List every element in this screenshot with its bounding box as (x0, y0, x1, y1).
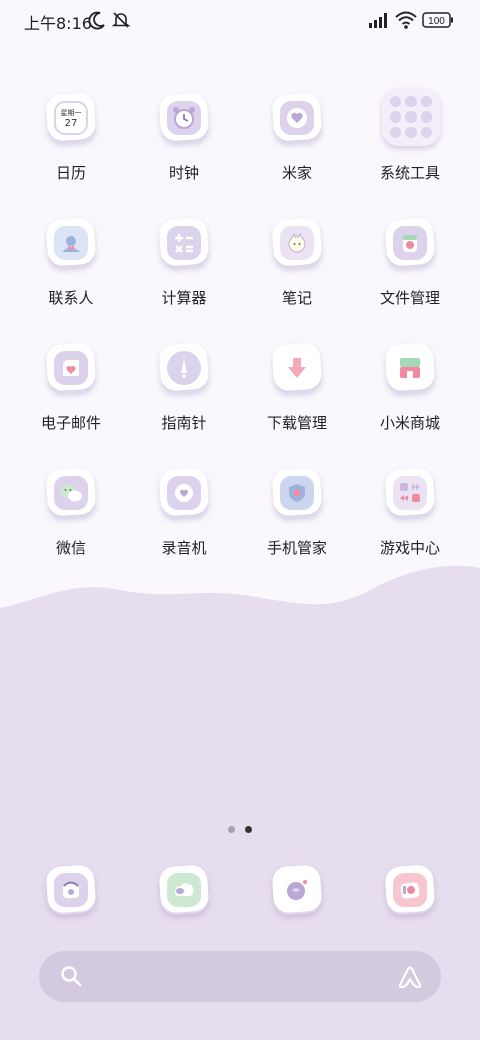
app-label: 时钟 (168, 164, 199, 182)
app-label: 指南针 (161, 414, 207, 432)
app-calendar[interactable]: 星期一 27 日历 (16, 92, 126, 204)
recorder-icon (175, 484, 193, 502)
wifi-icon (395, 11, 417, 29)
folder-icon (382, 88, 440, 146)
file-manager-icon (403, 235, 417, 252)
signal-icon (369, 13, 387, 28)
store-icon (400, 358, 420, 378)
app-label: 米家 (281, 164, 312, 182)
app-clock[interactable]: 时钟 (129, 92, 239, 204)
moon-icon (88, 11, 105, 30)
phone-icon (63, 881, 79, 898)
app-label: 笔记 (281, 289, 312, 307)
dock-browser[interactable] (271, 864, 323, 916)
app-calculator[interactable]: 计算器 (129, 217, 239, 329)
app-label: 系统工具 (379, 164, 440, 182)
app-compass[interactable]: 指南针 (129, 342, 239, 454)
page-dot-1[interactable] (228, 826, 235, 833)
app-label: 微信 (55, 539, 86, 557)
app-mijia[interactable]: 米家 (242, 92, 352, 204)
search-icon[interactable] (60, 965, 82, 987)
dock-messages[interactable] (158, 864, 210, 916)
search-bar[interactable] (39, 951, 441, 1002)
calendar-weekday: 星期一 (60, 108, 82, 117)
wechat-icon (60, 484, 82, 502)
app-label: 文件管理 (379, 289, 440, 307)
app-notes[interactable]: 笔记 (242, 217, 352, 329)
app-recorder[interactable]: 录音机 (129, 467, 239, 579)
download-icon (288, 358, 306, 378)
calendar-day: 27 (64, 117, 78, 129)
app-email[interactable]: 电子邮件 (16, 342, 126, 454)
email-icon (63, 360, 79, 376)
browser-icon (287, 880, 307, 900)
app-label: 下载管理 (266, 414, 327, 432)
app-label: 手机管家 (266, 539, 327, 557)
dock-phone[interactable] (45, 864, 97, 916)
app-label: 录音机 (161, 539, 207, 557)
assistant-icon[interactable] (397, 964, 423, 990)
calculator-icon (175, 234, 193, 253)
app-label: 小米商城 (379, 414, 440, 432)
app-game-center[interactable]: 游戏中心 (355, 467, 465, 579)
notifications-off-icon (111, 12, 131, 28)
compass-icon (181, 359, 187, 378)
app-wechat[interactable]: 微信 (16, 467, 126, 579)
status-time: 上午8:16 (24, 14, 92, 33)
battery-level: 100 (428, 16, 445, 27)
messages-icon (175, 883, 194, 896)
app-label: 计算器 (161, 289, 207, 307)
app-file-manager[interactable]: 文件管理 (355, 217, 465, 329)
app-system-tools[interactable]: 系统工具 (355, 88, 465, 204)
app-label: 联系人 (48, 289, 94, 307)
alarm-clock-icon (173, 107, 195, 129)
app-security[interactable]: 手机管家 (242, 467, 352, 579)
camera-icon (400, 882, 420, 899)
app-label: 日历 (55, 164, 86, 182)
page-dot-2-active[interactable] (245, 826, 252, 833)
contacts-icon (62, 236, 80, 252)
status-bar: 上午8:16 100 (0, 0, 480, 40)
home-heart-icon (287, 108, 307, 128)
app-download-manager[interactable]: 下载管理 (242, 342, 352, 454)
dock-camera[interactable] (384, 864, 436, 916)
battery-icon: 100 (422, 12, 453, 28)
game-center-icon (400, 483, 420, 502)
calendar-icon: 星期一 27 (54, 101, 88, 135)
app-contacts[interactable]: 联系人 (16, 217, 126, 329)
security-shield-icon (289, 484, 305, 502)
app-mi-store[interactable]: 小米商城 (355, 342, 465, 454)
app-label: 电子邮件 (40, 414, 101, 432)
app-label: 游戏中心 (379, 539, 440, 557)
notes-icon (288, 232, 306, 253)
